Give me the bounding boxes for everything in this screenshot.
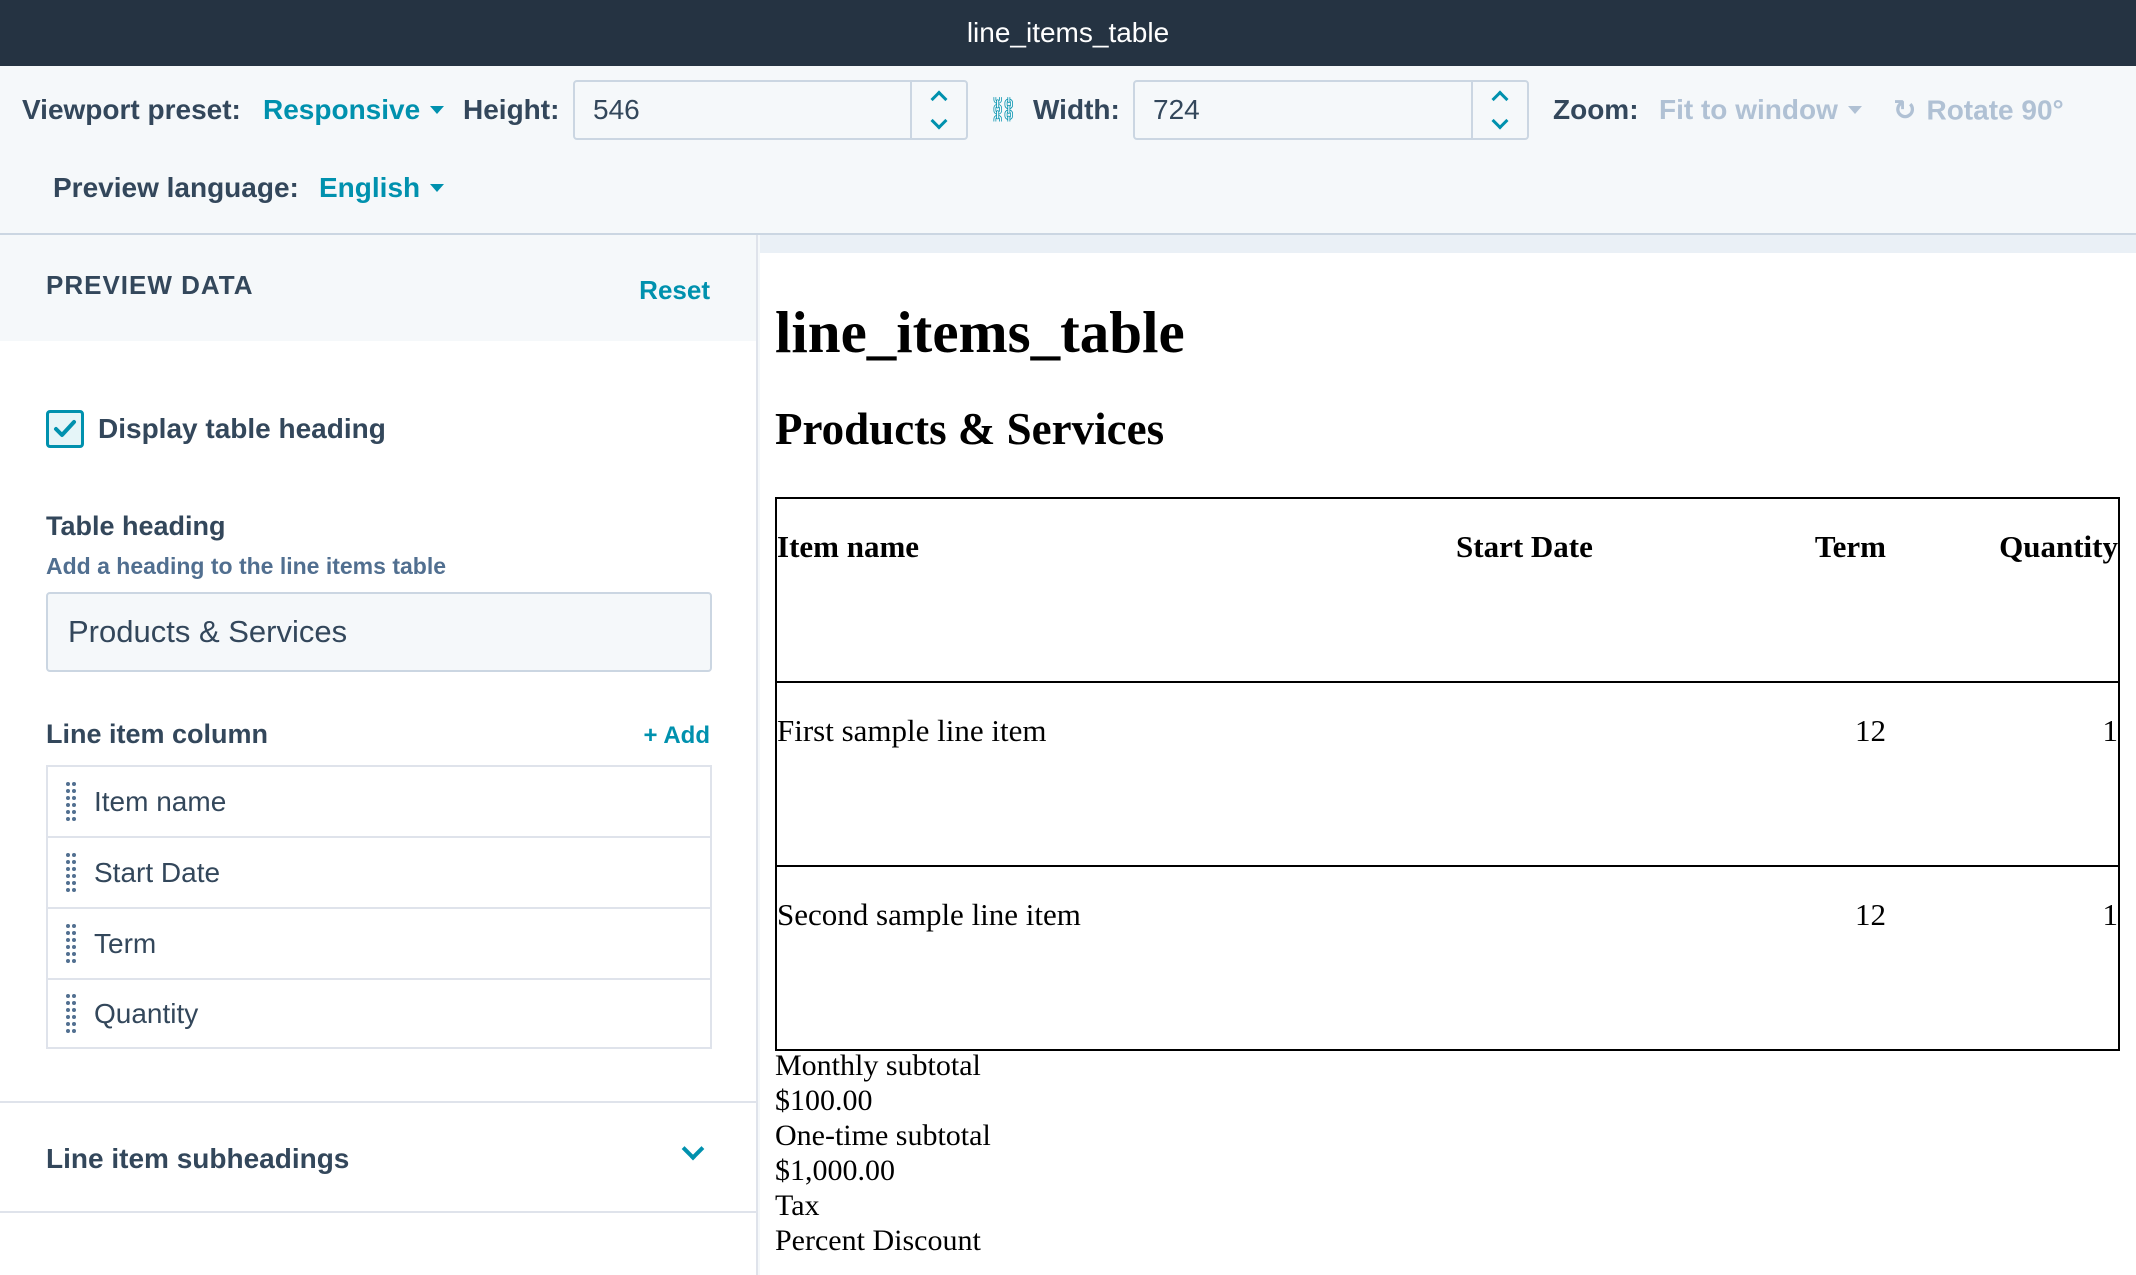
summary-line: One-time subtotal: [775, 1119, 991, 1152]
height-increment-button[interactable]: [912, 82, 966, 110]
zoom-dropdown[interactable]: Fit to window: [1659, 94, 1862, 126]
caret-down-icon: [430, 184, 445, 192]
cell-quantity: 1: [2102, 713, 2119, 748]
header-item-name: Item name: [777, 529, 920, 564]
preview-language-value: English: [319, 172, 421, 203]
zoom-value: Fit to window: [1659, 94, 1838, 125]
totals-summary: Monthly subtotal $100.00 One-time subtot…: [775, 1048, 991, 1258]
preview-canvas: line_items_table Products & Services Ite…: [760, 253, 2136, 1275]
cell-item-name: First sample line item: [777, 713, 1047, 748]
table-heading-input[interactable]: Products & Services: [46, 592, 712, 672]
reset-button[interactable]: Reset: [639, 275, 710, 306]
viewport-preset-label: Viewport preset:: [22, 94, 241, 125]
column-item[interactable]: Start Date: [46, 836, 712, 907]
chevron-down-icon[interactable]: [681, 1137, 705, 1161]
caret-down-icon: [1847, 106, 1862, 114]
height-input[interactable]: 546: [573, 80, 968, 140]
table-header-row: Item name Start Date Term Quantity: [776, 498, 2119, 682]
column-list: Item name Start Date Term Quantity: [46, 765, 712, 1049]
display-table-heading-option[interactable]: Display table heading: [46, 410, 386, 448]
chevron-up-icon: [1491, 90, 1509, 108]
line-items-table: Item name Start Date Term Quantity First…: [775, 497, 2120, 1051]
chevron-down-icon: [930, 112, 948, 130]
line-item-subheadings-label: Line item subheadings: [46, 1143, 350, 1174]
width-stepper: [1471, 82, 1527, 138]
header-quantity: Quantity: [1999, 529, 2118, 564]
cell-quantity: 1: [2102, 897, 2119, 932]
cell-item-name: Second sample line item: [777, 897, 1081, 932]
summary-line: Percent Discount: [775, 1224, 981, 1257]
chevron-down-icon: [1491, 112, 1509, 130]
width-label: Width:: [1033, 94, 1120, 125]
summary-line: $1,000.00: [775, 1154, 895, 1187]
window-titlebar: line_items_table: [0, 0, 2136, 66]
caret-down-icon: [430, 106, 445, 114]
rotate-icon: ↻: [1893, 94, 1917, 126]
width-input[interactable]: 724: [1133, 80, 1529, 140]
height-stepper: [910, 82, 966, 138]
width-increment-button[interactable]: [1473, 82, 1527, 110]
preview-data-title: PREVIEW DATA: [46, 270, 254, 300]
header-start-date: Start Date: [1456, 529, 1593, 564]
summary-line: Tax: [775, 1189, 820, 1222]
width-decrement-button[interactable]: [1473, 110, 1527, 138]
column-item[interactable]: Term: [46, 907, 712, 978]
preview-language-dropdown[interactable]: English: [319, 172, 445, 204]
width-value[interactable]: 724: [1135, 94, 1471, 126]
table-row: First sample line item 12 1: [776, 682, 2119, 866]
line-item-subheadings-accordion[interactable]: Line item subheadings: [0, 1101, 756, 1213]
cell-start-date: [1456, 866, 1736, 1050]
preview-table-heading: Products & Services: [775, 404, 1165, 454]
drag-handle-icon[interactable]: [48, 781, 94, 823]
viewport-preset-value: Responsive: [263, 94, 421, 125]
viewport-preset-dropdown[interactable]: Responsive: [263, 94, 445, 126]
column-item[interactable]: Item name: [46, 765, 712, 836]
display-table-heading-label: Display table heading: [98, 413, 386, 444]
link-dimensions-icon[interactable]: ⛓: [988, 96, 1018, 125]
rotate-label: Rotate 90°: [1926, 94, 2064, 125]
cell-term: 12: [1855, 713, 1886, 748]
preview-data-panel: PREVIEW DATA Reset Display table heading…: [0, 235, 758, 1275]
table-row: Second sample line item 12 1: [776, 866, 2119, 1050]
column-name: Item name: [94, 785, 227, 817]
display-table-heading-checkbox[interactable]: [46, 410, 84, 448]
header-term: Term: [1814, 529, 1886, 564]
preview-title: line_items_table: [775, 299, 1185, 365]
chevron-up-icon: [930, 90, 948, 108]
drag-handle-icon[interactable]: [48, 852, 94, 894]
checkmark-icon: [54, 420, 76, 437]
preview-data-header: PREVIEW DATA Reset: [0, 235, 756, 341]
height-label: Height:: [463, 94, 560, 125]
add-column-button[interactable]: + Add: [644, 722, 710, 750]
column-name: Term: [94, 927, 157, 959]
rotate-button[interactable]: ↻ Rotate 90°: [1893, 94, 2064, 127]
height-value[interactable]: 546: [575, 94, 910, 126]
line-item-column-label: Line item column: [46, 719, 269, 749]
preview-toolbar: Viewport preset: Responsive Height: 546 …: [0, 66, 2136, 235]
column-name: Start Date: [94, 856, 221, 888]
drag-handle-icon[interactable]: [48, 993, 94, 1035]
zoom-label: Zoom:: [1553, 94, 1639, 125]
preview-top-strip: [760, 235, 2136, 253]
column-name: Quantity: [94, 997, 199, 1029]
cell-start-date: [1456, 682, 1736, 866]
summary-line: Monthly subtotal: [775, 1049, 981, 1082]
table-heading-help: Add a heading to the line items table: [46, 553, 446, 579]
summary-line: $100.00: [775, 1084, 873, 1117]
window-title: line_items_table: [966, 17, 1170, 48]
column-item[interactable]: Quantity: [46, 978, 712, 1049]
height-decrement-button[interactable]: [912, 110, 966, 138]
drag-handle-icon[interactable]: [48, 923, 94, 965]
table-heading-label: Table heading: [46, 511, 226, 541]
preview-language-label: Preview language:: [53, 172, 299, 203]
cell-term: 12: [1855, 897, 1886, 932]
